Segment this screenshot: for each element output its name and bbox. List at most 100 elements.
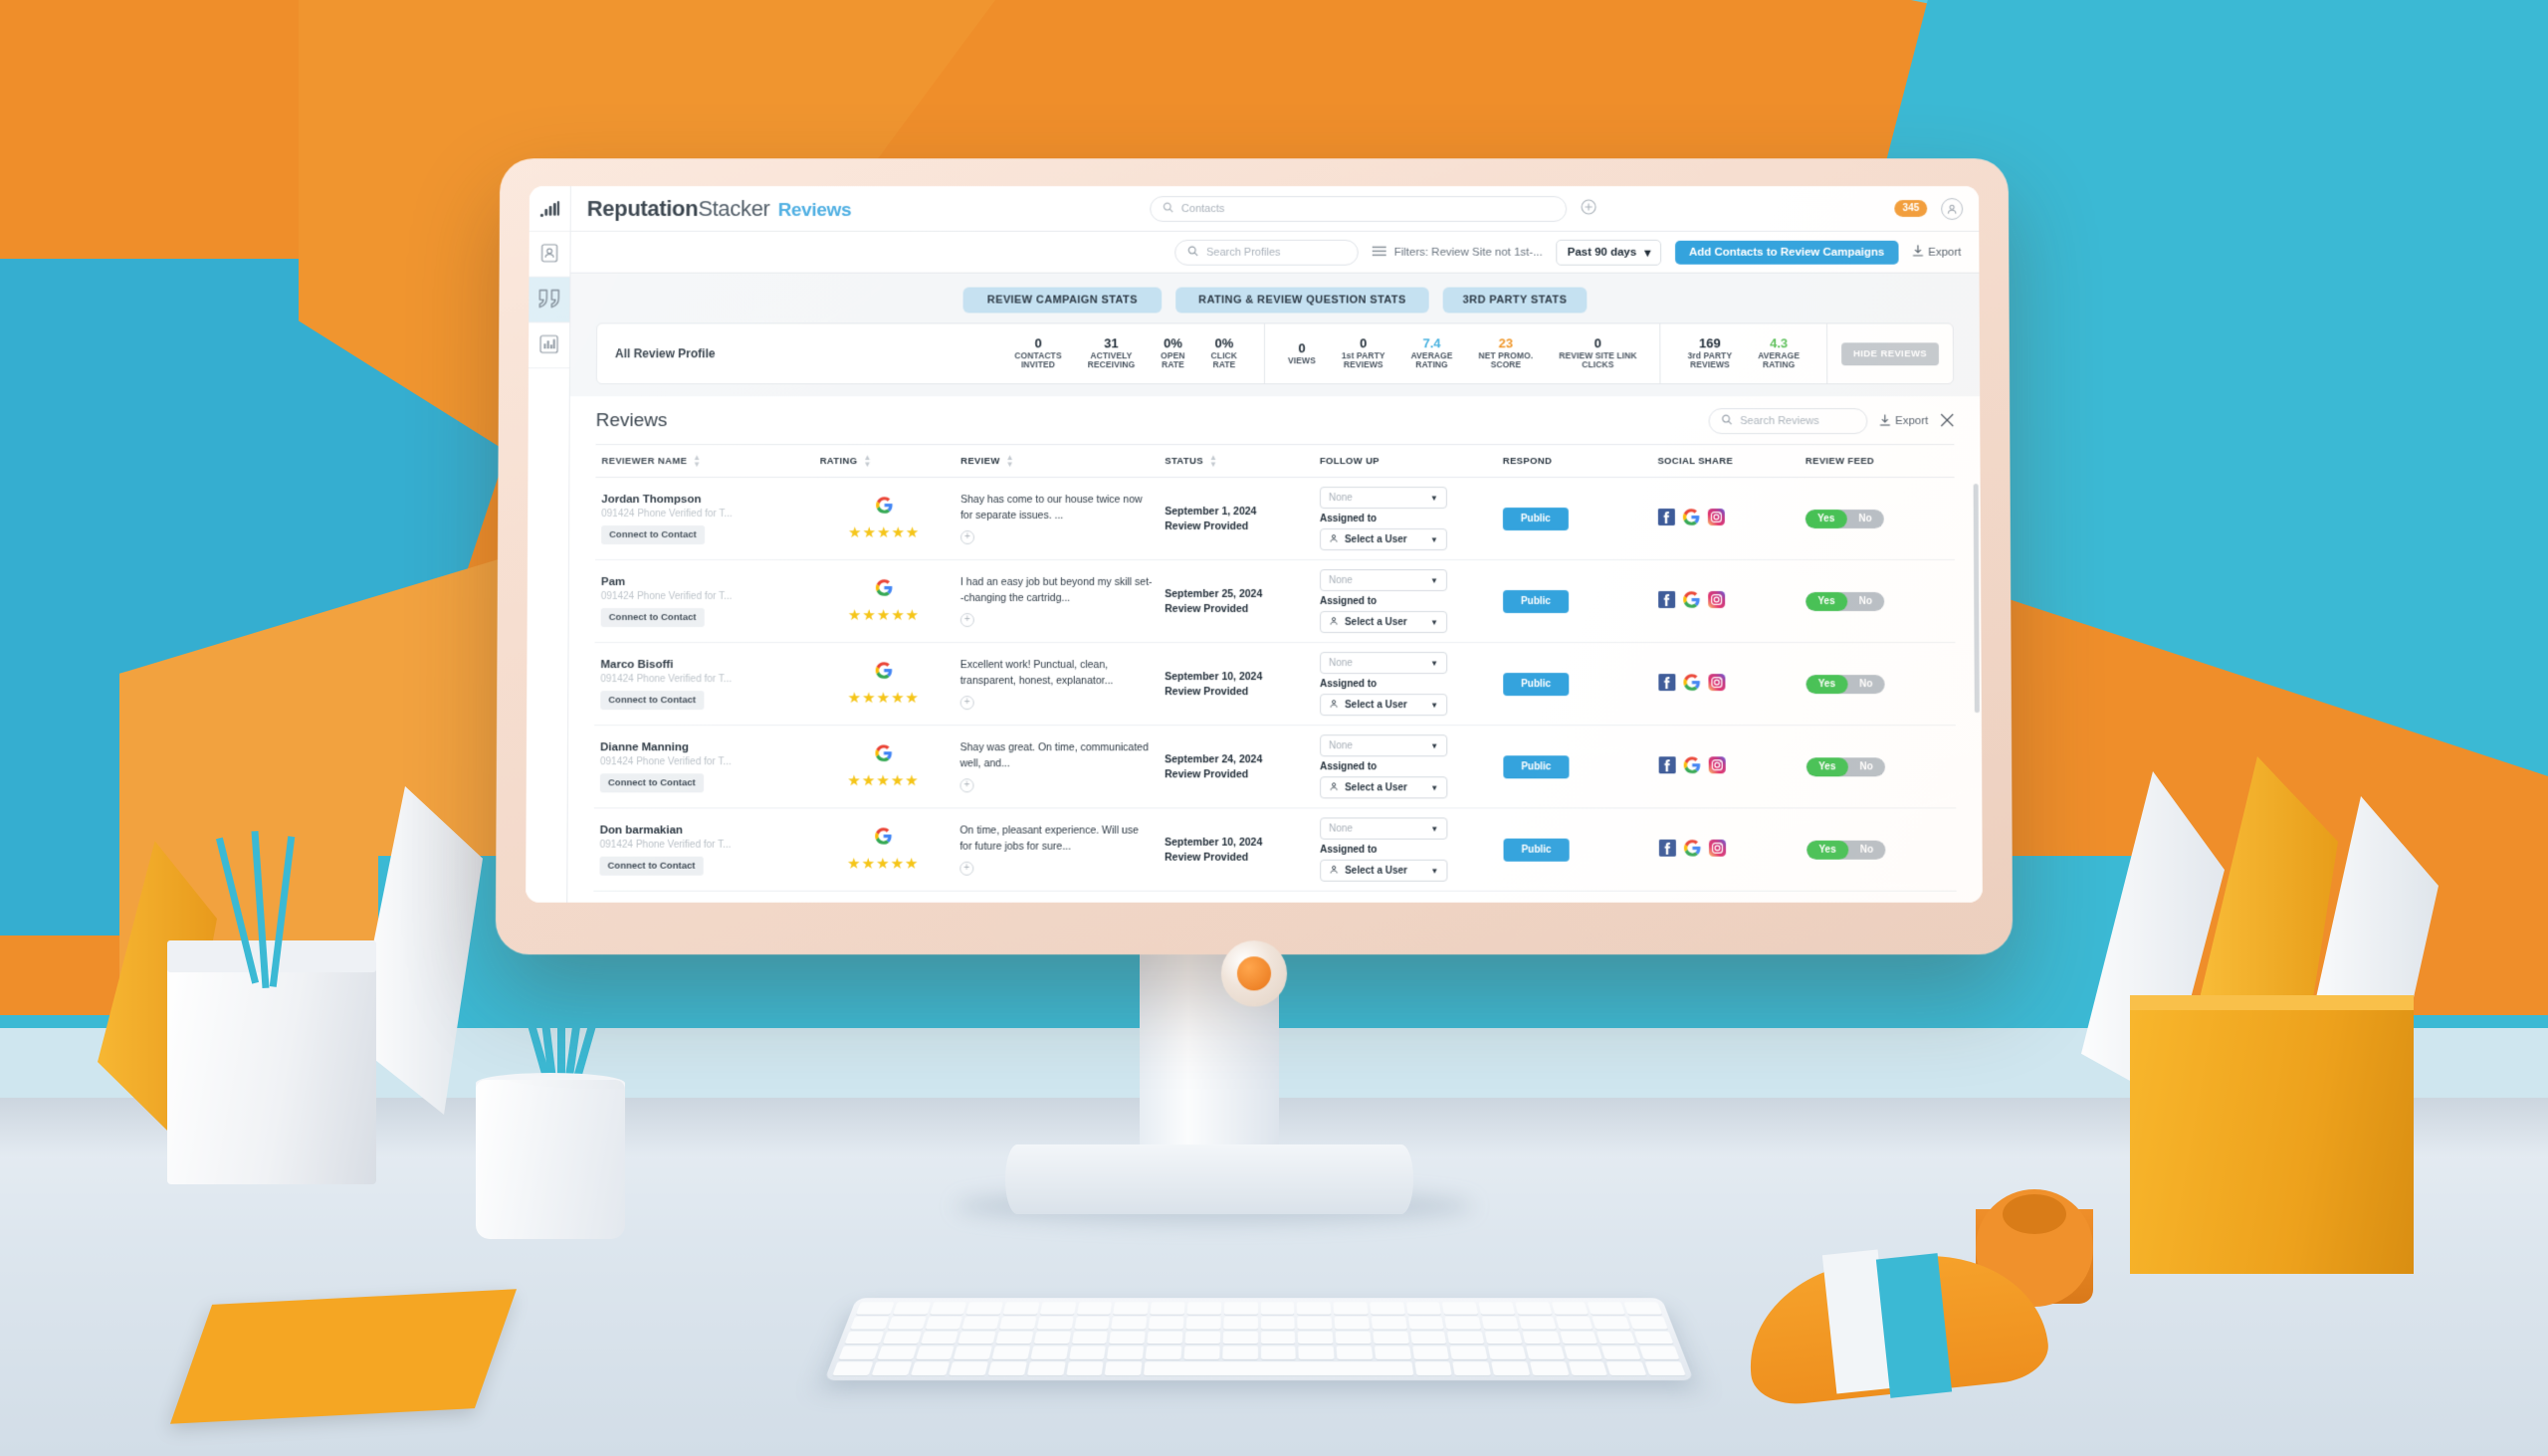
assigned-user-select[interactable]: Select a User ▼ [1319, 694, 1448, 717]
connect-to-contact-button[interactable]: Connect to Contact [599, 856, 704, 876]
google-icon[interactable] [1683, 756, 1700, 776]
follow-up-select[interactable]: None ▼ [1319, 568, 1447, 592]
toggle-yes-label[interactable]: Yes [1805, 509, 1847, 528]
column-header[interactable]: REVIEWER NAME ▲ ▼ [595, 444, 814, 478]
connect-to-contact-button[interactable]: Connect to Contact [600, 690, 705, 710]
respond-public-button[interactable]: Public [1503, 754, 1570, 778]
follow-up-select[interactable]: None ▼ [1319, 487, 1447, 510]
google-icon[interactable] [1682, 509, 1700, 528]
close-icon[interactable] [1940, 413, 1954, 430]
plus-circle-icon[interactable]: + [959, 612, 974, 627]
respond-public-button[interactable]: Public [1503, 838, 1570, 862]
status-cell: September 24, 2024 Review Provided [1159, 725, 1315, 808]
sidebar-item-reviews[interactable] [529, 277, 570, 323]
bar-chart-logo-icon[interactable] [529, 186, 570, 232]
column-header[interactable]: RATING ▲ ▼ [813, 444, 956, 478]
facebook-icon [1658, 839, 1676, 857]
reviews-export-button[interactable]: Export [1879, 414, 1928, 429]
toggle-yes-label[interactable]: Yes [1806, 756, 1848, 776]
filters-control[interactable]: Filters: Review Site not 1st-... [1373, 245, 1543, 259]
connect-to-contact-button[interactable]: Connect to Contact [600, 607, 705, 627]
decor-orange-paper [169, 1289, 518, 1424]
keyboard-key [1071, 1331, 1109, 1345]
user-avatar-icon[interactable] [1941, 197, 1964, 220]
assigned-user-select[interactable]: Select a User ▼ [1319, 528, 1447, 551]
plus-circle-icon[interactable] [1581, 199, 1596, 218]
toggle-yes-label[interactable]: Yes [1805, 591, 1847, 611]
plus-circle-icon[interactable]: + [959, 778, 974, 793]
facebook-icon[interactable] [1657, 509, 1676, 528]
google-icon[interactable] [1682, 591, 1700, 611]
google-icon [875, 578, 893, 599]
instagram-icon[interactable] [1707, 509, 1726, 528]
toggle-no-label[interactable]: No [1846, 510, 1883, 528]
tab-3rd-party-stats[interactable]: 3RD PARTY STATS [1442, 287, 1588, 313]
hide-reviews-button[interactable]: HIDE REVIEWS [1841, 341, 1940, 365]
monitor-power-button[interactable] [1220, 940, 1288, 1007]
plus-circle-icon[interactable]: + [959, 861, 974, 876]
table-row[interactable]: Dianne Manning 091424 Phone Verified for … [593, 725, 1957, 808]
facebook-icon[interactable] [1657, 590, 1675, 611]
plus-circle-icon[interactable]: + [959, 529, 975, 544]
decor-orange-ring-inner [2003, 1194, 2066, 1234]
toggle-yes-label[interactable]: Yes [1806, 840, 1848, 860]
follow-up-select[interactable]: None ▼ [1319, 652, 1448, 675]
table-row[interactable]: Don barmakian 091424 Phone Verified for T… [593, 807, 1957, 892]
follow-up-select[interactable]: None ▼ [1320, 817, 1448, 840]
instagram-icon[interactable] [1708, 674, 1726, 694]
sort-toggle-icon[interactable]: ▲ ▼ [863, 453, 871, 469]
review-feed-toggle[interactable]: Yes No [1805, 591, 1885, 611]
tab-rating-review-question-stats[interactable]: RATING & REVIEW QUESTION STATS [1175, 287, 1429, 313]
toggle-yes-label[interactable]: Yes [1805, 674, 1848, 694]
notification-badge[interactable]: 345 [1894, 200, 1928, 217]
column-header[interactable]: STATUS ▲ ▼ [1159, 444, 1314, 478]
google-icon[interactable] [1683, 674, 1700, 694]
table-row[interactable]: Pam 091424 Phone Verified for T... Connect… [594, 559, 1956, 643]
toggle-no-label[interactable]: No [1847, 675, 1884, 694]
sidebar-item-contacts[interactable] [529, 231, 570, 278]
search-profiles-input[interactable]: Search Profiles [1174, 239, 1359, 266]
facebook-icon[interactable] [1658, 756, 1676, 776]
star-rating: ★★★★★ [847, 771, 920, 789]
review-feed-toggle[interactable]: Yes No [1805, 509, 1884, 528]
google-icon[interactable] [1683, 839, 1701, 860]
review-feed-toggle[interactable]: Yes No [1805, 674, 1885, 694]
assigned-user-select[interactable]: Select a User ▼ [1320, 776, 1448, 799]
sidebar-item-analytics[interactable] [529, 322, 570, 369]
facebook-icon[interactable] [1657, 674, 1676, 694]
contacts-search-input[interactable]: Contacts [1150, 195, 1568, 222]
assigned-user-select[interactable]: Select a User ▼ [1320, 859, 1448, 882]
assigned-user-select[interactable]: Select a User ▼ [1319, 611, 1448, 634]
contact-card-icon [541, 243, 558, 265]
campaign-stat-label: CLICK RATE [1210, 350, 1238, 370]
toggle-no-label[interactable]: No [1847, 757, 1884, 776]
connect-to-contact-button[interactable]: Connect to Contact [599, 772, 704, 792]
instagram-icon[interactable] [1707, 590, 1725, 611]
table-row[interactable]: Marco Bisoffi 091424 Phone Verified for T… [594, 642, 1956, 726]
keyboard-key [1186, 1302, 1222, 1315]
sort-toggle-icon[interactable]: ▲ ▼ [1209, 453, 1217, 469]
tab-review-campaign-stats[interactable]: REVIEW CAMPAIGN STATS [962, 287, 1163, 313]
respond-public-button[interactable]: Public [1503, 672, 1570, 696]
add-contacts-button[interactable]: Add Contacts to Review Campaigns [1674, 240, 1899, 265]
column-header[interactable]: REVIEW ▲ ▼ [955, 444, 1160, 478]
sort-toggle-icon[interactable]: ▲ ▼ [1006, 453, 1014, 469]
search-reviews-input[interactable]: Search Reviews [1708, 408, 1868, 435]
plus-circle-icon[interactable]: + [959, 695, 974, 710]
instagram-icon[interactable] [1708, 839, 1726, 860]
review-feed-toggle[interactable]: Yes No [1806, 756, 1885, 776]
review-feed-toggle[interactable]: Yes No [1806, 840, 1886, 860]
table-row[interactable]: Jordan Thompson 091424 Phone Verified for… [594, 477, 1956, 560]
respond-public-button[interactable]: Public [1502, 507, 1569, 530]
date-range-select[interactable]: Past 90 days ▾ [1556, 239, 1662, 266]
sort-toggle-icon[interactable]: ▲ ▼ [693, 453, 701, 469]
connect-to-contact-button[interactable]: Connect to Contact [601, 524, 705, 544]
toggle-no-label[interactable]: No [1848, 840, 1886, 859]
respond-public-button[interactable]: Public [1502, 589, 1570, 613]
facebook-icon[interactable] [1658, 839, 1676, 860]
follow-up-select[interactable]: None ▼ [1319, 734, 1448, 757]
keyboard-key [1065, 1361, 1104, 1376]
export-button[interactable]: Export [1912, 245, 1961, 260]
toggle-no-label[interactable]: No [1847, 592, 1884, 611]
instagram-icon[interactable] [1708, 756, 1726, 776]
